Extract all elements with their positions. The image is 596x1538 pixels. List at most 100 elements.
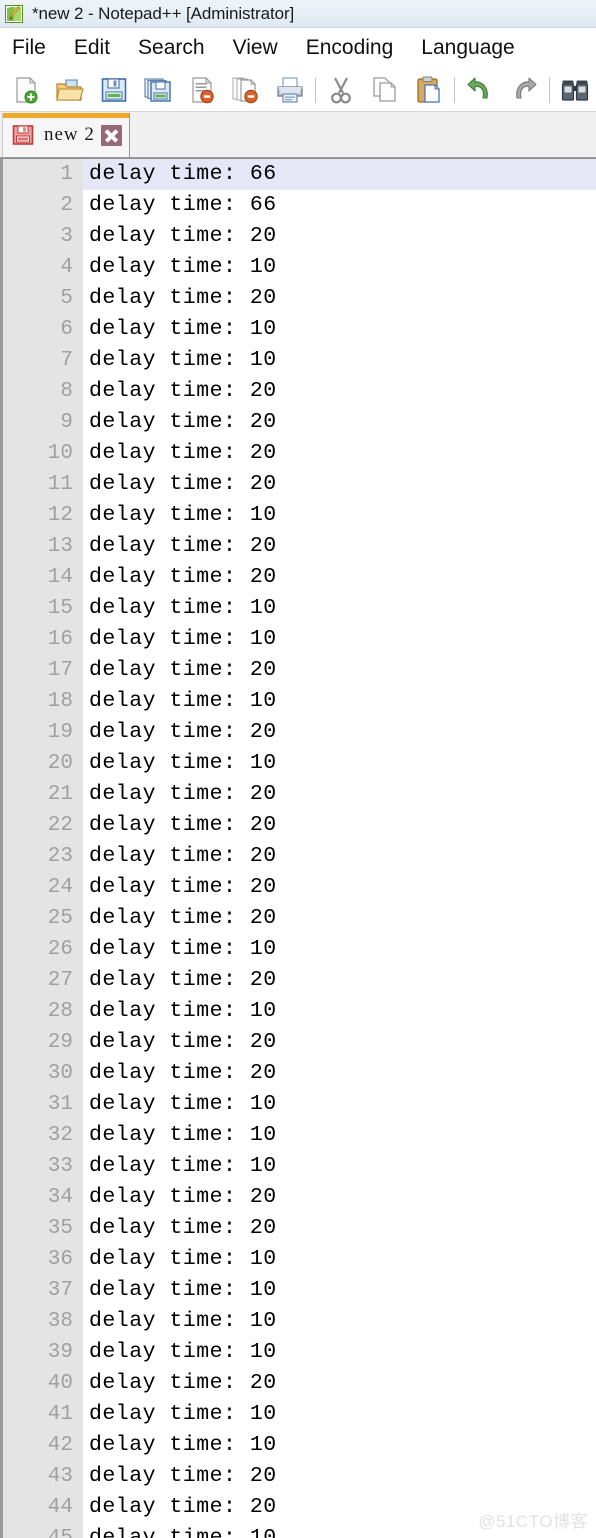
line-text: delay time: 20 (89, 813, 277, 837)
code-line[interactable]: 40 delay time: 20 (0, 1368, 596, 1399)
line-text: delay time: 20 (89, 534, 277, 558)
line-text: delay time: 10 (89, 689, 277, 713)
code-line[interactable]: 44 delay time: 20 (0, 1492, 596, 1523)
code-line[interactable]: 9 delay time: 20 (0, 407, 596, 438)
code-line[interactable]: 41 delay time: 10 (0, 1399, 596, 1430)
save-all-icon[interactable] (136, 70, 180, 110)
code-line[interactable]: 28 delay time: 10 (0, 996, 596, 1027)
code-line[interactable]: 11 delay time: 20 (0, 469, 596, 500)
code-line[interactable]: 16 delay time: 10 (0, 624, 596, 655)
menu-item-search[interactable]: Search (138, 36, 205, 60)
line-number: 35 (0, 1213, 83, 1244)
line-number: 36 (0, 1244, 83, 1275)
code-line[interactable]: 18 delay time: 10 (0, 686, 596, 717)
copy-icon[interactable] (363, 70, 407, 110)
line-text: delay time: 10 (89, 1123, 277, 1147)
line-number: 28 (0, 996, 83, 1027)
line-number: 43 (0, 1461, 83, 1492)
code-line[interactable]: 19 delay time: 20 (0, 717, 596, 748)
code-line[interactable]: 29 delay time: 20 (0, 1027, 596, 1058)
print-icon[interactable] (268, 70, 312, 110)
undo-icon[interactable] (458, 70, 502, 110)
line-number: 10 (0, 438, 83, 469)
code-line[interactable]: 21 delay time: 20 (0, 779, 596, 810)
code-line[interactable]: 25 delay time: 20 (0, 903, 596, 934)
window-title: *new 2 - Notepad++ [Administrator] (32, 3, 295, 23)
line-number: 38 (0, 1306, 83, 1337)
code-line[interactable]: 3 delay time: 20 (0, 221, 596, 252)
line-text: delay time: 10 (89, 1340, 277, 1364)
code-line[interactable]: 12 delay time: 10 (0, 500, 596, 531)
line-number: 45 (0, 1523, 83, 1538)
cut-icon[interactable] (319, 70, 363, 110)
code-line[interactable]: 10 delay time: 20 (0, 438, 596, 469)
menu-item-encoding[interactable]: Encoding (306, 36, 394, 60)
line-text: delay time: 20 (89, 565, 277, 589)
line-text: delay time: 20 (89, 968, 277, 992)
editor-area[interactable]: 1 delay time: 66 2 delay time: 66 3 delay tim… (0, 158, 596, 1538)
close-all-icon[interactable] (224, 70, 268, 110)
code-line[interactable]: 15 delay time: 10 (0, 593, 596, 624)
code-line[interactable]: 32 delay time: 10 (0, 1120, 596, 1151)
code-line[interactable]: 2 delay time: 66 (0, 190, 596, 221)
line-text: delay time: 10 (89, 1309, 277, 1333)
menu-item-edit[interactable]: Edit (74, 36, 110, 60)
code-line[interactable]: 5 delay time: 20 (0, 283, 596, 314)
line-text: delay time: 20 (89, 1495, 277, 1519)
find-icon[interactable] (553, 70, 596, 110)
code-line[interactable]: 33 delay time: 10 (0, 1151, 596, 1182)
redo-icon[interactable] (502, 70, 546, 110)
line-text: delay time: 20 (89, 720, 277, 744)
line-text: delay time: 10 (89, 1247, 277, 1271)
close-tab-icon[interactable] (100, 124, 122, 146)
line-text: delay time: 20 (89, 379, 277, 403)
close-file-icon[interactable] (180, 70, 224, 110)
menu-item-view[interactable]: View (233, 36, 278, 60)
line-text: delay time: 66 (89, 193, 277, 217)
code-line[interactable]: 43 delay time: 20 (0, 1461, 596, 1492)
code-line[interactable]: 27 delay time: 20 (0, 965, 596, 996)
line-text: delay time: 10 (89, 627, 277, 651)
line-text: delay time: 20 (89, 472, 277, 496)
code-line[interactable]: 35 delay time: 20 (0, 1213, 596, 1244)
code-line[interactable]: 30 delay time: 20 (0, 1058, 596, 1089)
code-line[interactable]: 39 delay time: 10 (0, 1337, 596, 1368)
line-number: 22 (0, 810, 83, 841)
code-line[interactable]: 8 delay time: 20 (0, 376, 596, 407)
line-number: 18 (0, 686, 83, 717)
open-folder-icon[interactable] (48, 70, 92, 110)
code-line[interactable]: 13 delay time: 20 (0, 531, 596, 562)
code-line[interactable]: 4 delay time: 10 (0, 252, 596, 283)
code-line[interactable]: 20 delay time: 10 (0, 748, 596, 779)
line-text: delay time: 10 (89, 937, 277, 961)
line-text: delay time: 10 (89, 348, 277, 372)
tab-new-2[interactable]: new 2 (2, 113, 130, 157)
code-line[interactable]: 38 delay time: 10 (0, 1306, 596, 1337)
code-line[interactable]: 7 delay time: 10 (0, 345, 596, 376)
line-text: delay time: 20 (89, 844, 277, 868)
code-line[interactable]: 23 delay time: 20 (0, 841, 596, 872)
code-line[interactable]: 36 delay time: 10 (0, 1244, 596, 1275)
menu-item-language[interactable]: Language (421, 36, 514, 60)
line-text: delay time: 20 (89, 658, 277, 682)
save-icon[interactable] (92, 70, 136, 110)
line-text: delay time: 10 (89, 1154, 277, 1178)
code-line[interactable]: 22 delay time: 20 (0, 810, 596, 841)
menu-item-file[interactable]: File (12, 36, 46, 60)
code-line[interactable]: 17 delay time: 20 (0, 655, 596, 686)
code-line[interactable]: 24 delay time: 20 (0, 872, 596, 903)
code-line[interactable]: 37 delay time: 10 (0, 1275, 596, 1306)
line-number: 33 (0, 1151, 83, 1182)
code-line[interactable]: 34 delay time: 20 (0, 1182, 596, 1213)
paste-icon[interactable] (407, 70, 451, 110)
code-line[interactable]: 42 delay time: 10 (0, 1430, 596, 1461)
code-line[interactable]: 45 delay time: 10 (0, 1523, 596, 1538)
code-line[interactable]: 26 delay time: 10 (0, 934, 596, 965)
code-line[interactable]: 1 delay time: 66 (0, 159, 596, 190)
code-line[interactable]: 31 delay time: 10 (0, 1089, 596, 1120)
new-file-icon[interactable] (4, 70, 48, 110)
code-line[interactable]: 14 delay time: 20 (0, 562, 596, 593)
line-text: delay time: 10 (89, 1433, 277, 1457)
toolbar-separator (315, 76, 316, 103)
code-line[interactable]: 6 delay time: 10 (0, 314, 596, 345)
